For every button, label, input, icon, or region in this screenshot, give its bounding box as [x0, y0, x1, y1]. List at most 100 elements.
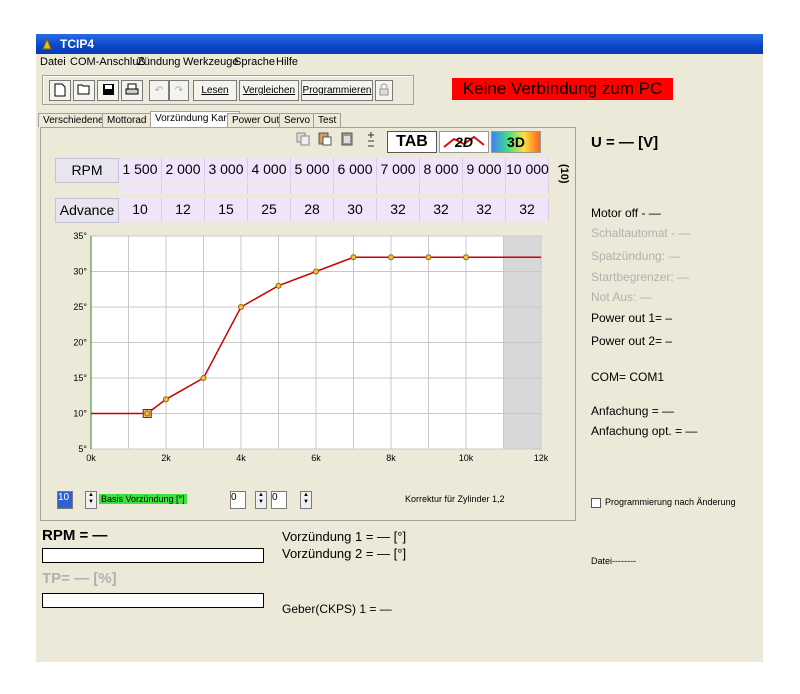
y-tick-label: 15° [73, 373, 87, 383]
paste-icon [318, 132, 332, 146]
program-after-change-checkbox[interactable] [591, 497, 601, 508]
new-file-button[interactable] [49, 80, 71, 101]
program-button[interactable]: Programmieren [301, 80, 373, 101]
print-button[interactable] [121, 80, 143, 101]
view-3d-label: 3D [507, 134, 525, 150]
data-point-marker [463, 254, 469, 261]
data-point-marker [238, 304, 244, 310]
advance-chart[interactable]: 0k 2k 4k 6k 8k 10k 12k 5° 10° 15° 20° 25° 30° 35° [45, 228, 565, 483]
tab-view-button[interactable]: TAB [387, 131, 437, 153]
paste-button[interactable] [317, 131, 335, 151]
basis-spinner[interactable]: ▲ ▼ [85, 491, 97, 509]
spin2-spinner[interactable]: ▲ ▼ [300, 491, 312, 509]
redo-button[interactable]: ↷ [169, 80, 189, 101]
advance-cell[interactable]: 12 [162, 198, 205, 221]
grid-toolbar: TAB 2D 3D [295, 131, 557, 153]
tab-strip: Verschiedene Mottorad Vorzündung Karte P… [36, 111, 596, 128]
tab-power-out[interactable]: Power Out [227, 113, 285, 127]
unit-note: (10) [558, 164, 570, 184]
advance-cell[interactable]: 32 [506, 198, 549, 221]
spacer-cell [463, 183, 506, 194]
rpm-cell[interactable]: 2 000 [162, 158, 205, 181]
advance-cell[interactable]: 15 [205, 198, 248, 221]
save-icon [102, 84, 114, 95]
rpm-row-label: RPM [55, 158, 119, 183]
y-tick-label: 5° [78, 444, 87, 454]
advance-cell[interactable]: 10 [119, 198, 162, 221]
startbegrenzer-status: Startbegrenzer: — [591, 270, 690, 284]
menu-bar: Datei COM-Anschluß Zündung Werkzeuge Spr… [36, 54, 763, 71]
spin2-input[interactable]: 0 [271, 491, 287, 509]
data-point-marker [144, 410, 151, 417]
data-point-marker [388, 254, 394, 261]
advance-cell[interactable]: 30 [334, 198, 377, 221]
clipboard-icon [341, 132, 353, 146]
menu-werkzeuge[interactable]: Werkzeuge [183, 56, 238, 68]
open-file-button[interactable] [73, 80, 95, 101]
motor-status: Motor off - — [591, 206, 661, 220]
vorzundung-2: Vorzündung 2 = — [°] [282, 546, 407, 561]
advance-cell[interactable]: 25 [248, 198, 291, 221]
spacer-cell [248, 183, 291, 194]
lock-button[interactable] [375, 80, 393, 101]
rpm-bar [42, 548, 264, 563]
rpm-cell[interactable]: 10 000 [506, 158, 549, 181]
copy-icon [296, 132, 310, 146]
copy-button[interactable] [295, 131, 313, 151]
rpm-cell[interactable]: 9 000 [463, 158, 506, 181]
tab-servo[interactable]: Servo [279, 113, 316, 127]
basis-value-input[interactable]: 10 [57, 491, 73, 509]
rpm-cell[interactable]: 6 000 [334, 158, 377, 181]
undo-button[interactable]: ↶ [149, 80, 169, 101]
save-button[interactable] [97, 80, 119, 101]
advance-cell[interactable]: 32 [377, 198, 420, 221]
advance-cell[interactable]: 32 [463, 198, 506, 221]
rpm-cell[interactable]: 8 000 [420, 158, 463, 181]
undo-icon: ↶ [154, 85, 164, 96]
com-port: COM= COM1 [591, 370, 665, 384]
tab-mottorad[interactable]: Mottorad [102, 113, 152, 127]
redo-icon: ↷ [174, 85, 184, 96]
anfachung: Anfachung = — [591, 404, 675, 418]
plus-minus-icon [368, 132, 374, 147]
tp-readout: TP= — [%] [42, 570, 117, 587]
schaltautomat-status: Schaltautomat - — [591, 226, 691, 240]
rpm-cell[interactable]: 4 000 [248, 158, 291, 181]
rpm-readout: RPM = — [42, 527, 108, 544]
clipboard-button[interactable] [339, 131, 357, 151]
tab-verschiedene[interactable]: Verschiedene [38, 113, 109, 127]
anfachung-opt: Anfachung opt. = — [591, 424, 698, 438]
tab-test[interactable]: Test [313, 113, 342, 127]
compare-button[interactable]: Vergleichen [239, 80, 299, 101]
plus-minus-button[interactable] [365, 131, 379, 151]
y-tick-label: 30° [73, 267, 87, 277]
program-after-change-option[interactable]: Programmierung nach Änderung [591, 497, 736, 508]
spin1-spinner[interactable]: ▲ ▼ [255, 491, 267, 509]
menu-datei[interactable]: Datei [40, 56, 66, 68]
rpm-cell[interactable]: 7 000 [377, 158, 420, 181]
live-readout-panel: RPM = — TP= — [%] Vorzündung 1 = — [°] V… [40, 524, 760, 654]
rpm-cell[interactable]: 1 500 [119, 158, 162, 181]
spin1-input[interactable]: 0 [230, 491, 246, 509]
rpm-cell[interactable]: 3 000 [205, 158, 248, 181]
spacer-cell [205, 183, 248, 194]
data-point-marker [313, 268, 319, 275]
advance-cell[interactable]: 32 [420, 198, 463, 221]
x-tick-label: 10k [459, 453, 474, 463]
power-out-1: Power out 1= – [591, 311, 673, 325]
x-tick-label: 4k [236, 453, 246, 463]
view-2d-button[interactable]: 2D [439, 131, 489, 153]
menu-zundung[interactable]: Zündung [137, 56, 180, 68]
menu-com[interactable]: COM-Anschluß [70, 56, 145, 68]
menu-hilfe[interactable]: Hilfe [276, 56, 298, 68]
x-tick-label: 2k [161, 453, 171, 463]
rpm-cell[interactable]: 5 000 [291, 158, 334, 181]
view-3d-button[interactable]: 3D [491, 131, 541, 153]
data-point-marker [163, 396, 169, 403]
read-button[interactable]: Lesen [193, 80, 237, 101]
menu-sprache[interactable]: Sprache [234, 56, 275, 68]
advance-cell[interactable]: 28 [291, 198, 334, 221]
lock-icon [379, 83, 389, 96]
new-file-icon [54, 83, 66, 97]
view-2d-label: 2D [455, 134, 473, 150]
